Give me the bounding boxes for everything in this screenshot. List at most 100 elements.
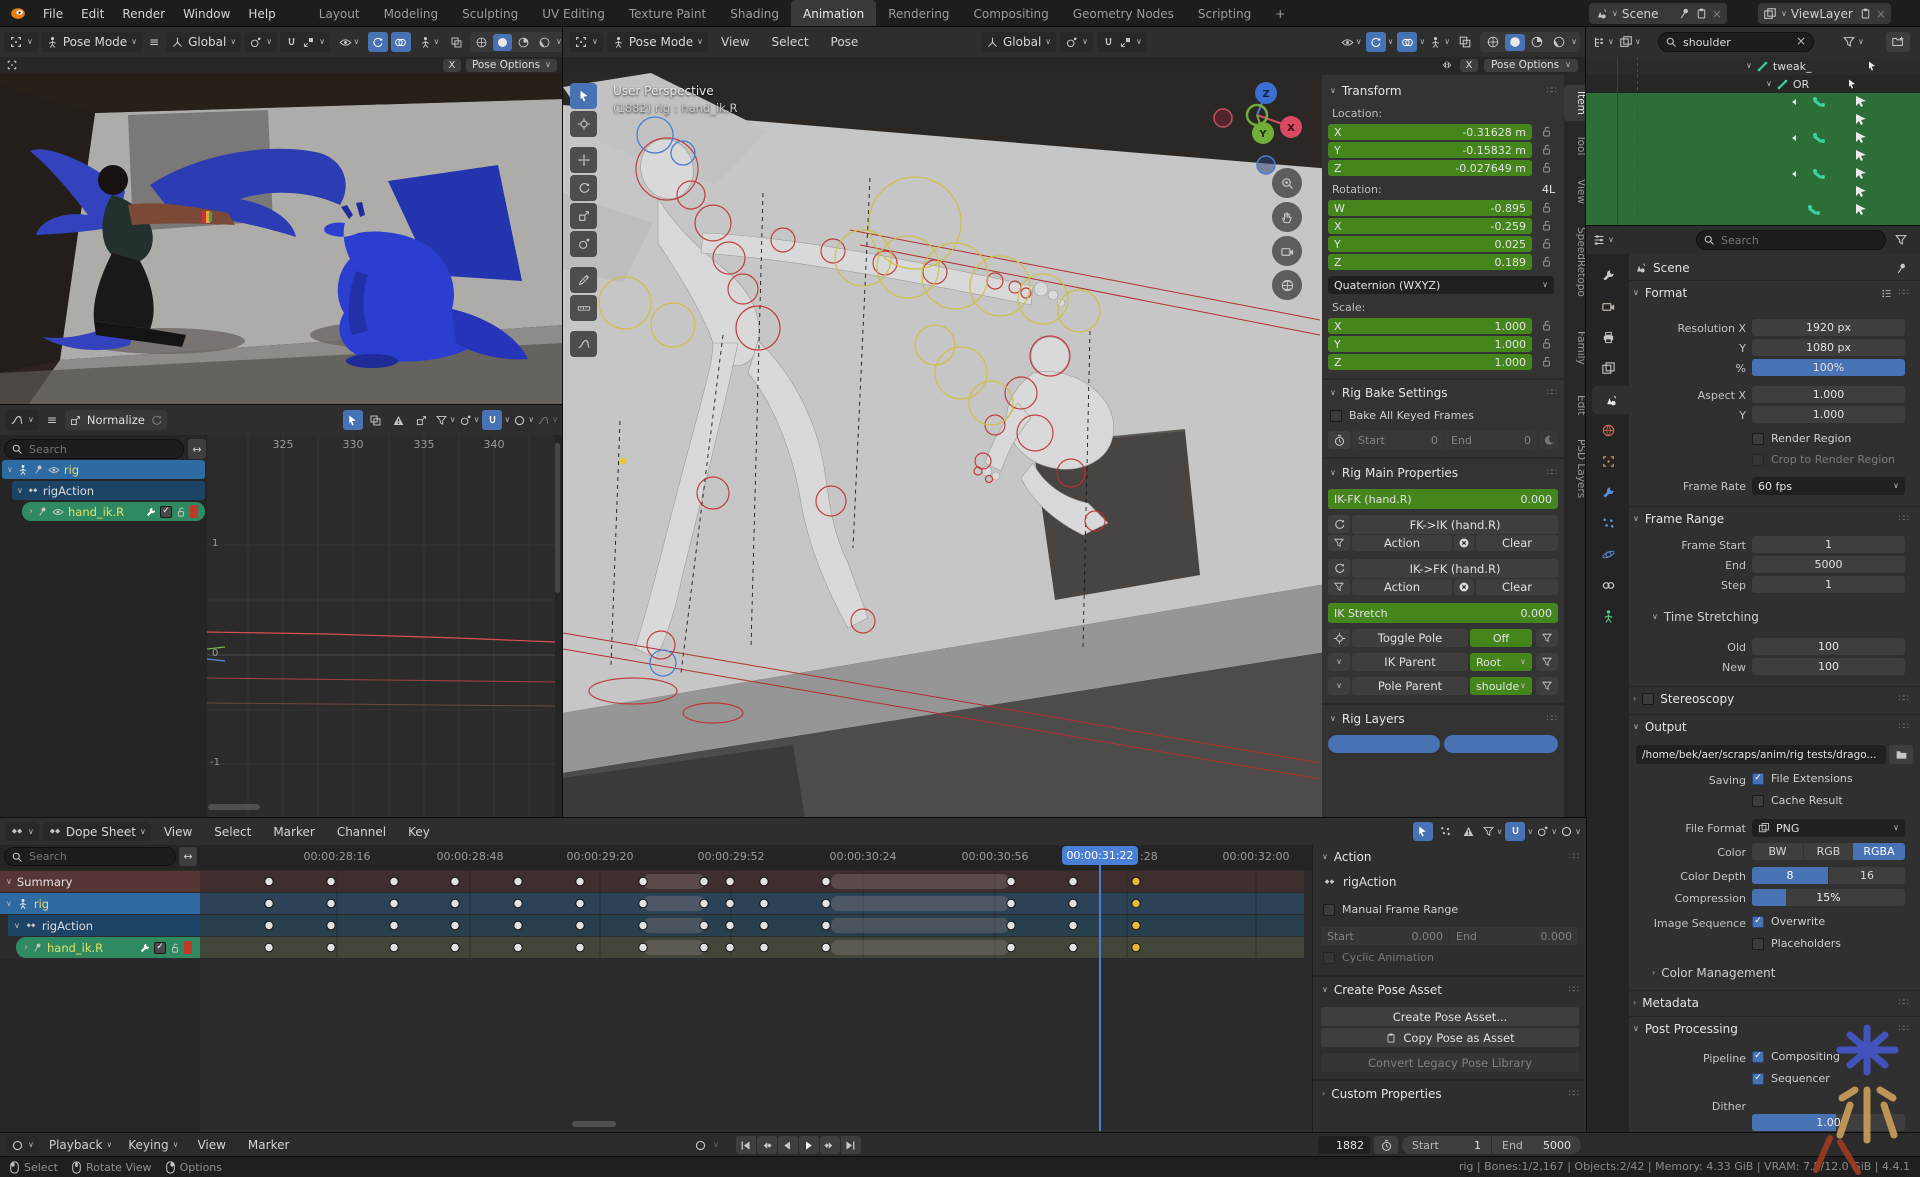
unlock-icon[interactable] bbox=[1540, 355, 1553, 368]
compositing-row[interactable]: ✓Compositing bbox=[1752, 1050, 1840, 1063]
menu-help[interactable]: Help bbox=[239, 0, 284, 27]
unlock-icon[interactable] bbox=[1540, 201, 1553, 214]
rig-layers-panel-header[interactable]: ∨ Rig Layers ∷∷ bbox=[1322, 709, 1564, 729]
rotation-x-field[interactable]: X-0.259 bbox=[1328, 218, 1532, 234]
moon-toggle[interactable] bbox=[1539, 431, 1558, 449]
action-datablock-row[interactable]: rigAction bbox=[1323, 875, 1396, 889]
unlock-icon[interactable] bbox=[1540, 143, 1553, 156]
resolution-pct-slider[interactable]: 100% bbox=[1752, 359, 1905, 376]
output-panel-header[interactable]: ∨ Output ∷∷ bbox=[1633, 718, 1916, 736]
armature-xray-toggle[interactable]: ∨ bbox=[414, 32, 444, 52]
transform-panel-header[interactable]: ∨ Transform ∷∷ bbox=[1322, 81, 1564, 101]
display-mode-dropdown[interactable]: ∨ bbox=[1592, 35, 1614, 49]
bake-all-checkbox[interactable] bbox=[1330, 410, 1342, 422]
depth-16-button[interactable]: 16 bbox=[1828, 867, 1905, 884]
file-extensions-checkbox[interactable]: ✓ bbox=[1752, 773, 1764, 785]
color-management-subheader[interactable]: ›Color Management bbox=[1652, 966, 1775, 980]
keying-filter-button[interactable] bbox=[1328, 579, 1350, 595]
rotation-w-field[interactable]: W-0.895 bbox=[1328, 200, 1532, 216]
file-format-dropdown[interactable]: PNG∨ bbox=[1752, 819, 1905, 837]
tab-sculpting[interactable]: Sculpting bbox=[450, 0, 530, 27]
frame-end-field[interactable]: End5000 bbox=[1492, 1136, 1581, 1154]
pole-icon-button[interactable] bbox=[1328, 629, 1350, 647]
snap-icon-button[interactable] bbox=[1328, 559, 1350, 577]
overlays-toggle[interactable] bbox=[391, 32, 411, 52]
aspect-x-field[interactable]: 1.000 bbox=[1752, 386, 1905, 403]
drag-grip-icon[interactable]: ∷∷ bbox=[1899, 514, 1908, 524]
camera-view-button[interactable] bbox=[1272, 236, 1302, 266]
tab-scripting[interactable]: Scripting bbox=[1186, 0, 1263, 27]
add-workspace-button[interactable]: + bbox=[1263, 0, 1297, 27]
remove-viewlayer-icon[interactable]: × bbox=[1876, 7, 1886, 21]
tab-layout[interactable]: Layout bbox=[307, 0, 372, 27]
sidebar-tab-family[interactable]: Family bbox=[1564, 325, 1586, 371]
cyclic-row[interactable]: Cyclic Animation bbox=[1323, 951, 1434, 964]
unlink-scene-icon[interactable]: × bbox=[1712, 7, 1722, 21]
fallback-tool-icon[interactable] bbox=[6, 59, 18, 71]
placeholders-checkbox[interactable] bbox=[1752, 938, 1764, 950]
play-reverse-button[interactable] bbox=[778, 1136, 798, 1154]
rotation-z-field[interactable]: Z0.189 bbox=[1328, 254, 1532, 270]
drag-grip-icon[interactable]: ∷∷ bbox=[1547, 714, 1556, 724]
scale-z-field[interactable]: Z1.000 bbox=[1328, 354, 1532, 370]
tool-scale[interactable] bbox=[570, 203, 597, 229]
tab-shading[interactable]: Shading bbox=[718, 0, 791, 27]
tool-move[interactable] bbox=[570, 147, 597, 173]
select-tool-toggle[interactable] bbox=[343, 410, 363, 430]
shading-material-button[interactable] bbox=[1527, 34, 1547, 51]
output-path-field[interactable]: /home/bek/aer/scraps/anim/rig tests/drag… bbox=[1636, 745, 1886, 764]
dope-search-input[interactable] bbox=[4, 847, 176, 866]
channel-expand-button[interactable]: ↔ bbox=[179, 847, 197, 866]
drag-grip-icon[interactable]: ∷∷ bbox=[1569, 985, 1578, 995]
selectability-arrow-icon[interactable] bbox=[1846, 78, 1858, 90]
tab-particles[interactable] bbox=[1594, 510, 1622, 536]
channel-rig-action[interactable]: ∨ rigAction bbox=[12, 481, 205, 500]
scene-selector[interactable]: ∨ Scene × bbox=[1589, 3, 1727, 24]
browse-folder-button[interactable] bbox=[1889, 745, 1913, 764]
show-gizmo-toggle[interactable]: ∨ bbox=[333, 32, 365, 52]
use-current-frame-button[interactable] bbox=[1328, 431, 1350, 449]
editor-type-button[interactable]: ∨ bbox=[5, 822, 39, 841]
tab-render[interactable] bbox=[1594, 293, 1622, 319]
compositing-checkbox[interactable]: ✓ bbox=[1752, 1051, 1764, 1063]
jump-to-start-button[interactable] bbox=[736, 1136, 756, 1154]
orientation-dropdown[interactable]: Global∨ bbox=[981, 32, 1056, 52]
only-selected-toggle[interactable] bbox=[1436, 822, 1456, 841]
keying-filter-button[interactable] bbox=[1328, 535, 1350, 551]
menu-edit[interactable]: Edit bbox=[72, 0, 113, 27]
convert-legacy-button[interactable]: Convert Legacy Pose Library bbox=[1321, 1053, 1579, 1072]
copy-scene-icon[interactable] bbox=[1695, 7, 1708, 20]
frame-rate-dropdown[interactable]: 60 fps∨ bbox=[1752, 477, 1905, 495]
graph-v-scrollbar[interactable] bbox=[555, 443, 560, 593]
pivot-dropdown[interactable]: ∨ bbox=[244, 32, 277, 52]
menu-view[interactable]: View bbox=[188, 1133, 234, 1157]
action-panel-header[interactable]: ∨ Action ∷∷ bbox=[1313, 848, 1586, 866]
sidebar-tab-psd-layers[interactable]: PSD Layers bbox=[1564, 433, 1586, 504]
modifier-wrench-icon[interactable] bbox=[139, 942, 151, 954]
drag-grip-icon[interactable]: ∷∷ bbox=[1547, 468, 1556, 478]
metadata-panel-header[interactable]: › Metadata ∷∷ bbox=[1633, 994, 1916, 1012]
graph-h-scrollbar[interactable] bbox=[208, 804, 260, 810]
drag-grip-icon[interactable]: ∷∷ bbox=[1899, 694, 1908, 704]
location-x-field[interactable]: X-0.31628 m bbox=[1328, 124, 1532, 140]
collapsed-menus-button[interactable]: ≡ bbox=[145, 35, 163, 49]
overwrite-row[interactable]: ✓Overwrite bbox=[1752, 915, 1825, 928]
sidebar-tab-tool[interactable]: Tool bbox=[1564, 129, 1586, 161]
show-gizmo-dropdown[interactable]: ∨ bbox=[1341, 36, 1362, 49]
ik-parent-dropdown[interactable]: Root∨ bbox=[1470, 653, 1532, 671]
manual-range-row[interactable]: Manual Frame Range bbox=[1323, 903, 1458, 916]
expand-button[interactable]: ∨ bbox=[1328, 653, 1350, 671]
create-pose-asset-header[interactable]: ∨ Create Pose Asset ∷∷ bbox=[1313, 981, 1586, 999]
drag-grip-icon[interactable]: ∷∷ bbox=[1547, 388, 1556, 398]
channel-expand-button[interactable]: ↔ bbox=[188, 439, 206, 459]
pose-options-dropdown[interactable]: Pose Options∨ bbox=[466, 59, 557, 72]
properties-search-box[interactable] bbox=[1696, 230, 1886, 250]
menu-marker[interactable]: Marker bbox=[264, 818, 323, 845]
proportional-dropdown[interactable]: ∨ bbox=[1536, 825, 1557, 838]
ik-clear-button[interactable]: Clear bbox=[1476, 579, 1558, 595]
tab-animation[interactable]: Animation bbox=[791, 0, 876, 27]
tool-cursor[interactable] bbox=[570, 111, 597, 137]
channel-rig[interactable]: ∨ rig bbox=[0, 893, 200, 914]
channel-rig-action[interactable]: ∨ rigAction bbox=[8, 915, 200, 936]
new-collection-button[interactable] bbox=[1886, 32, 1910, 52]
